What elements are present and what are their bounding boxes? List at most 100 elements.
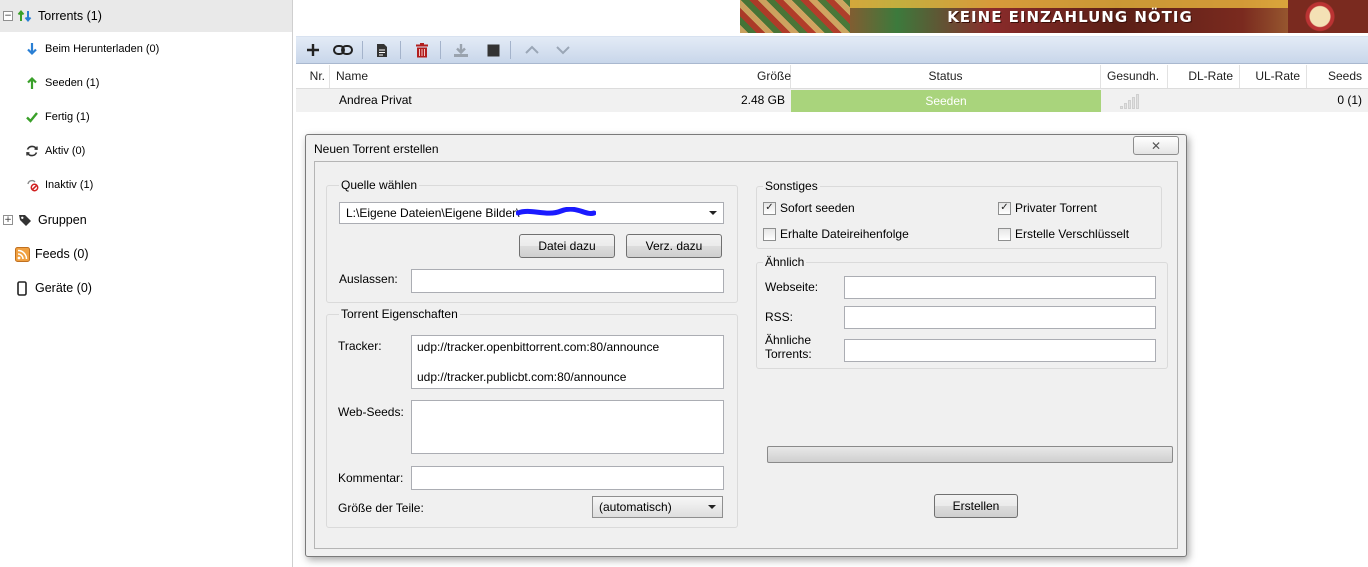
column-header-health[interactable]: Gesundh.: [1101, 65, 1168, 88]
column-header-dl-rate[interactable]: DL-Rate: [1168, 65, 1240, 88]
source-legend: Quelle wählen: [339, 178, 420, 192]
close-button[interactable]: ✕: [1133, 136, 1179, 155]
source-path-select[interactable]: L:\Eigene Dateien\Eigene Bilder\: [339, 202, 724, 224]
upload-arrow-icon: [24, 75, 40, 91]
rss-input[interactable]: [844, 306, 1156, 329]
toolbar-separator: [362, 41, 363, 59]
piece-size-label: Größe der Teile:: [338, 501, 424, 515]
sidebar-item-label: Seeden (1): [45, 77, 100, 89]
redaction-scribble: [516, 207, 596, 217]
add-torrent-button[interactable]: [302, 40, 324, 60]
column-header-nr[interactable]: Nr.: [296, 65, 330, 88]
source-group: Quelle wählen L:\Eigene Dateien\Eigene B…: [326, 178, 738, 303]
sidebar-item-downloading[interactable]: Beim Herunterladen (0): [24, 40, 159, 58]
health-bars-icon: [1120, 94, 1139, 109]
column-header-size[interactable]: Größe: [751, 65, 791, 88]
similar-torrents-label: Ähnliche Torrents:: [765, 333, 812, 361]
download-disabled-icon: [454, 43, 468, 57]
collapse-icon[interactable]: −: [3, 11, 13, 21]
link-icon: [333, 45, 353, 55]
sidebar-item-feeds[interactable]: Feeds (0): [14, 245, 89, 263]
create-button[interactable]: Erstellen: [934, 494, 1018, 518]
status-bar: Seeden: [791, 90, 1101, 112]
encrypted-checkbox[interactable]: Erstelle Verschlüsselt: [998, 227, 1129, 241]
column-header-status[interactable]: Status: [791, 65, 1101, 88]
checkbox-checked-icon: ✓: [763, 201, 776, 215]
source-path-value: L:\Eigene Dateien\Eigene Bilder\: [346, 206, 520, 220]
torrents-updown-icon: [17, 8, 33, 24]
add-directory-button[interactable]: Verz. dazu: [626, 234, 722, 258]
close-icon: ✕: [1150, 138, 1162, 153]
piece-size-select[interactable]: (automatisch): [592, 496, 723, 518]
website-input[interactable]: [844, 276, 1156, 299]
sidebar-item-inactive[interactable]: Inaktiv (1): [24, 176, 93, 194]
private-torrent-label: Privater Torrent: [1015, 201, 1097, 215]
start-button[interactable]: [450, 40, 472, 60]
move-up-button[interactable]: [521, 40, 543, 60]
column-header-seeds[interactable]: Seeds: [1307, 65, 1368, 88]
toolbar-separator: [400, 41, 401, 59]
dialog-title: Neuen Torrent erstellen: [314, 142, 439, 156]
sidebar-item-label: Inaktiv (1): [45, 179, 94, 191]
similar-group: Ähnlich Webseite: RSS: Ähnliche Torrents…: [756, 255, 1168, 369]
web-seeds-textarea[interactable]: [411, 400, 724, 454]
sidebar: − Torrents (1) Beim Herunterladen (0) Se…: [0, 0, 293, 567]
add-url-button[interactable]: [332, 40, 354, 60]
checkbox-checked-icon: ✓: [998, 201, 1011, 215]
tracker-textarea[interactable]: udp://tracker.openbittorrent.com:80/anno…: [411, 335, 724, 389]
stop-button[interactable]: [482, 40, 504, 60]
progress-bar: [767, 446, 1173, 463]
move-down-button[interactable]: [552, 40, 574, 60]
sidebar-item-label: Fertig (1): [45, 111, 90, 123]
misc-group: Sonstiges ✓ Sofort seeden ✓ Privater Tor…: [756, 179, 1162, 249]
refresh-icon: [24, 143, 40, 159]
ad-graphic: [1288, 0, 1368, 33]
toolbar-separator: [440, 41, 441, 59]
checkmark-icon: [24, 109, 40, 125]
skip-label: Auslassen:: [339, 272, 398, 286]
sidebar-item-devices[interactable]: Geräte (0): [14, 279, 92, 297]
sidebar-item-label: Aktiv (0): [45, 145, 86, 157]
create-torrent-dialog: Neuen Torrent erstellen ✕ Quelle wählen …: [305, 134, 1187, 557]
inactive-icon: [24, 177, 40, 193]
sidebar-item-label: Torrents (1): [38, 9, 102, 23]
ad-graphic: [850, 0, 1290, 8]
website-label: Webseite:: [765, 280, 819, 294]
plus-icon: [307, 44, 319, 56]
ad-text: KEINE EINZAHLUNG NÖTIG: [947, 8, 1193, 26]
table-row[interactable]: Andrea Privat 2.48 GB Seeden 0 (1): [296, 89, 1368, 112]
rss-icon: [14, 246, 30, 262]
similar-legend: Ähnlich: [763, 255, 807, 269]
piece-size-value: (automatisch): [599, 500, 672, 514]
create-torrent-button[interactable]: [371, 40, 393, 60]
comment-input[interactable]: [411, 466, 724, 490]
sidebar-item-torrents[interactable]: − Torrents (1): [0, 0, 292, 32]
add-file-button[interactable]: Datei dazu: [519, 234, 615, 258]
column-header-ul-rate[interactable]: UL-Rate: [1240, 65, 1307, 88]
torrent-properties-legend: Torrent Eigenschaften: [339, 307, 460, 321]
remove-button[interactable]: [411, 40, 433, 60]
torrent-seeds: 0 (1): [1337, 93, 1362, 107]
download-arrow-icon: [24, 41, 40, 57]
preserve-order-checkbox[interactable]: Erhalte Dateireihenfolge: [763, 227, 909, 241]
column-header-name[interactable]: Name: [330, 65, 791, 88]
similar-torrents-input[interactable]: [844, 339, 1156, 362]
sidebar-item-label: Gruppen: [38, 213, 87, 227]
private-torrent-checkbox[interactable]: ✓ Privater Torrent: [998, 201, 1097, 215]
sidebar-item-seeding[interactable]: Seeden (1): [24, 74, 99, 92]
tracker-label: Tracker:: [338, 339, 382, 353]
ad-banner[interactable]: KEINE EINZAHLUNG NÖTIG: [740, 0, 1368, 33]
checkbox-unchecked-icon: [998, 227, 1011, 241]
sidebar-item-label: Beim Herunterladen (0): [45, 43, 160, 55]
chevron-down-icon: [556, 46, 570, 55]
sidebar-item-groups[interactable]: + Gruppen: [3, 211, 87, 229]
sidebar-item-active[interactable]: Aktiv (0): [24, 142, 85, 160]
sidebar-item-label: Geräte (0): [35, 281, 92, 295]
new-file-icon: [377, 43, 387, 57]
checkbox-unchecked-icon: [763, 227, 776, 241]
sidebar-item-finished[interactable]: Fertig (1): [24, 108, 90, 126]
chevron-down-icon: [709, 211, 717, 215]
start-seeding-checkbox[interactable]: ✓ Sofort seeden: [763, 201, 855, 215]
expand-icon[interactable]: +: [3, 215, 13, 225]
skip-input[interactable]: [411, 269, 724, 293]
